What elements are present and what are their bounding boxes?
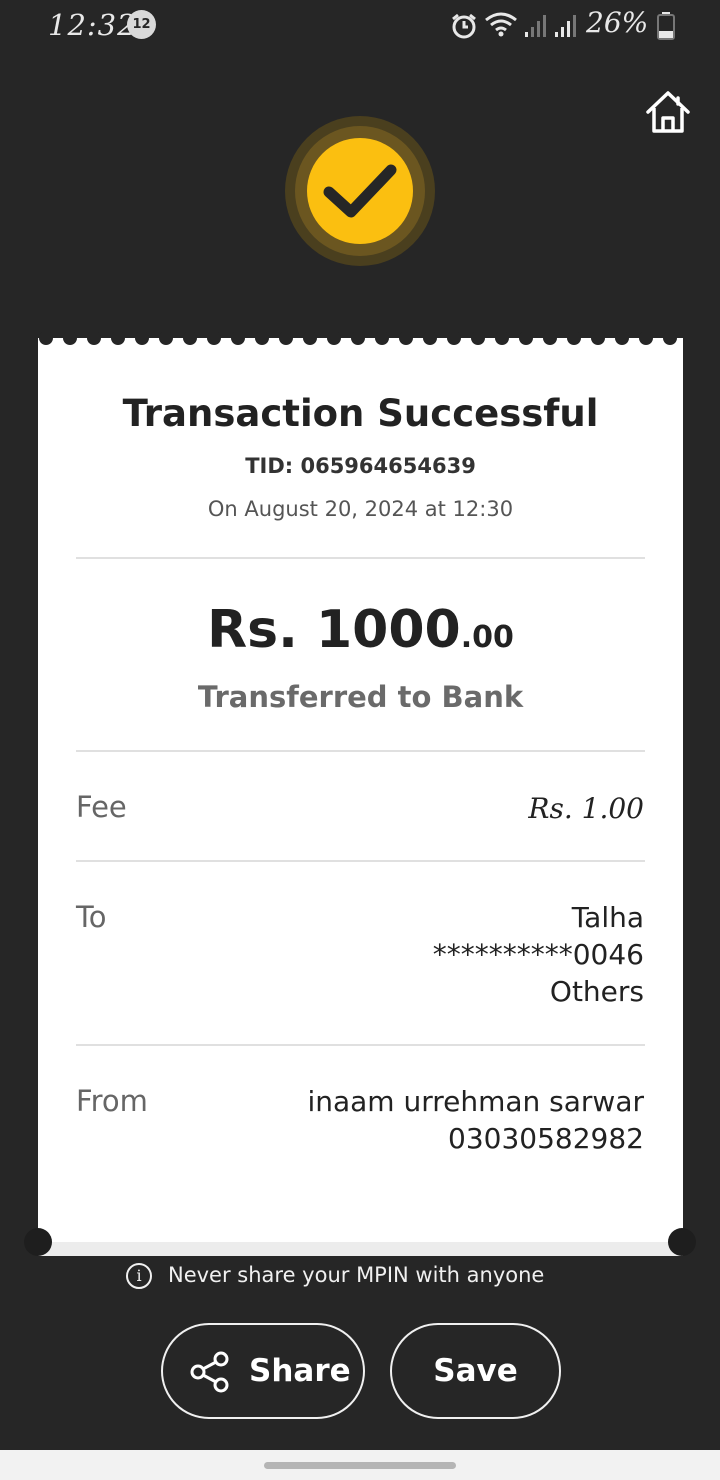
navigation-bar (0, 1450, 720, 1480)
share-button-label: Share (249, 1353, 351, 1389)
recipient-details: Talha **********0046 Others (433, 899, 644, 1010)
divider (76, 860, 645, 862)
sender-name: inaam urrehman sarwar (307, 1085, 644, 1118)
wifi-icon (485, 12, 517, 37)
status-time: 12:32 (48, 8, 137, 42)
save-button[interactable]: Save (390, 1323, 561, 1419)
fee-value: Rs. 1.00 (528, 792, 644, 825)
sender-account: 03030582982 (448, 1122, 644, 1155)
receipt-scallop-edge (38, 331, 683, 346)
success-badge (285, 116, 435, 266)
share-icon (190, 1351, 229, 1393)
security-notice-text: Never share your MPIN with anyone (168, 1263, 545, 1287)
signal-icon (555, 15, 576, 37)
home-icon[interactable] (644, 88, 692, 136)
to-label: To (76, 900, 107, 934)
from-label: From (76, 1084, 148, 1118)
divider (76, 557, 645, 559)
check-icon (323, 164, 397, 218)
signal-icon (525, 15, 546, 37)
notification-badge: 12 (127, 10, 156, 39)
divider (76, 750, 645, 752)
fee-label: Fee (76, 790, 127, 824)
recipient-account: **********0046 (432, 938, 644, 971)
share-button[interactable]: Share (161, 1323, 365, 1419)
alarm-icon (452, 13, 476, 39)
recipient-bank: Others (549, 975, 644, 1008)
info-icon: i (126, 1263, 152, 1289)
gesture-handle[interactable] (264, 1462, 456, 1469)
receipt-bottom-edge (38, 1242, 683, 1256)
battery-icon (657, 12, 675, 40)
receipt-notch-left (24, 1228, 52, 1256)
sender-details: inaam urrehman sarwar 03030582982 (307, 1083, 644, 1157)
status-bar: 12:32 12 26% (0, 0, 720, 52)
receipt-notch-right (668, 1228, 696, 1256)
recipient-name: Talha (571, 901, 644, 934)
battery-percent: 26% (586, 6, 649, 39)
divider (76, 1044, 645, 1046)
